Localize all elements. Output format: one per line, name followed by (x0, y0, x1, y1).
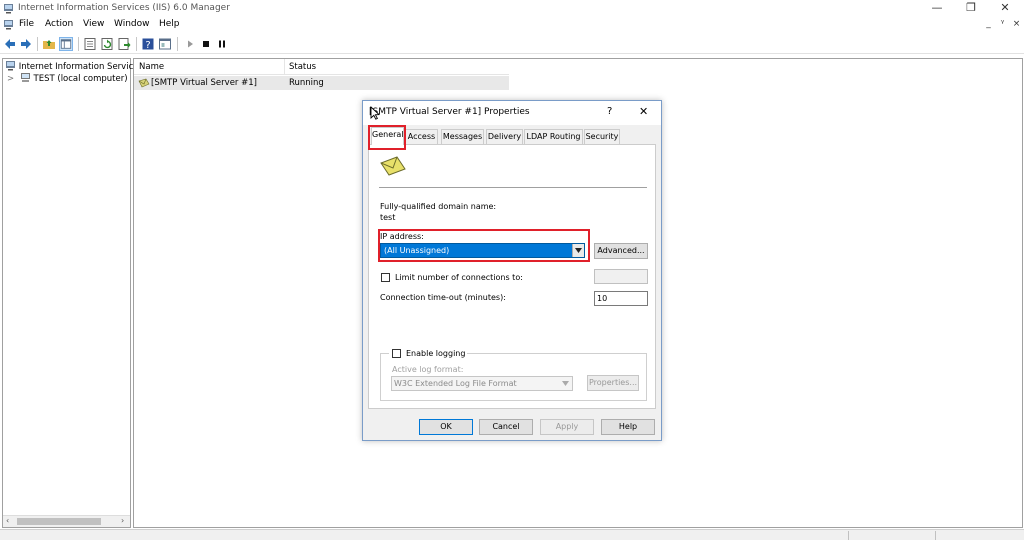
enable-logging-checkbox[interactable] (392, 349, 401, 358)
tree-horizontal-scrollbar[interactable]: ‹ › (3, 515, 130, 527)
restore-button[interactable]: ❐ (954, 0, 988, 17)
window-title: Internet Information Services (IIS) 6.0 … (18, 3, 230, 13)
console-view-icon[interactable] (158, 37, 172, 51)
title-bar: Internet Information Services (IIS) 6.0 … (0, 0, 1024, 17)
smtp-properties-dialog: [SMTP Virtual Server #1] Properties ? ✕ … (362, 100, 662, 441)
computer-icon (20, 73, 30, 82)
envelope-icon (380, 156, 406, 176)
fqdn-label: Fully-qualified domain name: (380, 202, 497, 211)
start-icon[interactable] (183, 37, 197, 51)
ok-button[interactable]: OK (419, 419, 473, 435)
menu-bar: File Action View Window Help _ ᵞ × (0, 17, 1024, 33)
toolbar: ? (0, 34, 1024, 54)
menu-action[interactable]: Action (45, 19, 73, 29)
mdi-restore-button[interactable]: ᵞ (996, 18, 1009, 31)
dialog-title-bar[interactable]: [SMTP Virtual Server #1] Properties ? ✕ (363, 101, 661, 125)
tab-ldap-routing[interactable]: LDAP Routing (524, 129, 583, 144)
apply-button: Apply (540, 419, 594, 435)
help-icon[interactable]: ? (141, 37, 155, 51)
row-name-cell: [SMTP Virtual Server #1] (151, 78, 257, 88)
mouse-cursor-icon (370, 106, 380, 120)
up-folder-icon[interactable] (42, 37, 56, 51)
general-tab-highlight (368, 125, 406, 150)
log-format-dropdown: W3C Extended Log File Format (391, 376, 573, 391)
console-tree-pane: Internet Information Service > TEST (loc… (2, 58, 138, 528)
export-list-icon[interactable] (117, 37, 131, 51)
log-format-label: Active log format: (392, 365, 464, 374)
column-header-name[interactable]: Name (139, 62, 164, 72)
tab-messages[interactable]: Messages (441, 129, 484, 144)
limit-connections-field (594, 269, 648, 284)
timeout-label: Connection time-out (minutes): (380, 293, 506, 302)
general-tab-page: Fully-qualified domain name: test IP add… (368, 144, 656, 409)
scroll-left-icon[interactable]: ‹ (6, 516, 9, 525)
tree-child-label: TEST (local computer) (33, 74, 128, 84)
tree-root-item[interactable]: Internet Information Service (5, 60, 138, 72)
help-button[interactable]: Help (601, 419, 655, 435)
menu-view[interactable]: View (83, 19, 104, 29)
status-divider (848, 531, 849, 540)
enable-logging-label: Enable logging (406, 349, 466, 358)
menu-file[interactable]: File (19, 19, 34, 29)
chevron-down-icon (562, 381, 569, 386)
scroll-right-icon[interactable]: › (121, 516, 124, 525)
log-properties-button: Properties... (587, 375, 639, 391)
properties-icon[interactable] (83, 37, 97, 51)
show-hide-console-tree-icon[interactable] (59, 37, 73, 51)
status-bar (0, 529, 1024, 540)
status-divider (935, 531, 936, 540)
column-header-status[interactable]: Status (289, 62, 316, 72)
toolbar-separator (78, 37, 79, 51)
mdi-minimize-button[interactable]: _ (982, 18, 995, 31)
tab-security[interactable]: Security (584, 129, 620, 144)
dialog-help-button[interactable]: ? (607, 106, 612, 117)
row-status-cell: Running (289, 78, 324, 88)
iis-app-icon (4, 4, 13, 14)
menu-window[interactable]: Window (114, 19, 150, 29)
expand-chevron-icon[interactable]: > (7, 74, 14, 84)
cancel-button[interactable]: Cancel (479, 419, 533, 435)
limit-connections-checkbox[interactable] (381, 273, 390, 282)
advanced-button[interactable]: Advanced... (594, 243, 648, 259)
close-button[interactable]: ✕ (988, 0, 1022, 17)
list-header: Name Status (134, 59, 509, 75)
menu-help[interactable]: Help (159, 19, 180, 29)
log-format-value: W3C Extended Log File Format (394, 379, 517, 388)
iis-root-icon (6, 61, 15, 71)
toolbar-separator (177, 37, 178, 51)
tree-root-label: Internet Information Service (18, 62, 139, 72)
tree-child-item[interactable]: > TEST (local computer) (7, 72, 128, 84)
iis-manager-window: Internet Information Services (IIS) 6.0 … (0, 0, 1024, 540)
limit-connections-label: Limit number of connections to: (395, 273, 523, 282)
svg-text:?: ? (145, 40, 150, 51)
ip-address-highlight (378, 229, 590, 262)
timeout-field[interactable]: 10 (594, 291, 648, 306)
smtp-server-icon (138, 78, 150, 88)
mdi-close-button[interactable]: × (1010, 18, 1023, 31)
back-arrow-icon[interactable] (3, 37, 17, 51)
separator-line (379, 187, 647, 188)
toolbar-separator (37, 37, 38, 51)
refresh-icon[interactable] (100, 37, 114, 51)
mdi-child-icon[interactable] (3, 19, 14, 30)
forward-arrow-icon[interactable] (19, 37, 33, 51)
dialog-close-button[interactable]: ✕ (639, 105, 648, 118)
tab-delivery[interactable]: Delivery (486, 129, 523, 144)
tab-access[interactable]: Access (405, 129, 438, 144)
minimize-button[interactable]: — (920, 0, 954, 17)
column-divider[interactable] (284, 59, 285, 75)
fqdn-value: test (380, 213, 396, 222)
stop-icon[interactable] (199, 37, 213, 51)
scrollbar-thumb[interactable] (17, 518, 101, 525)
toolbar-separator (136, 37, 137, 51)
table-row[interactable]: [SMTP Virtual Server #1] Running (134, 76, 509, 90)
pause-icon[interactable] (215, 37, 229, 51)
dialog-title: [SMTP Virtual Server #1] Properties (369, 107, 530, 117)
